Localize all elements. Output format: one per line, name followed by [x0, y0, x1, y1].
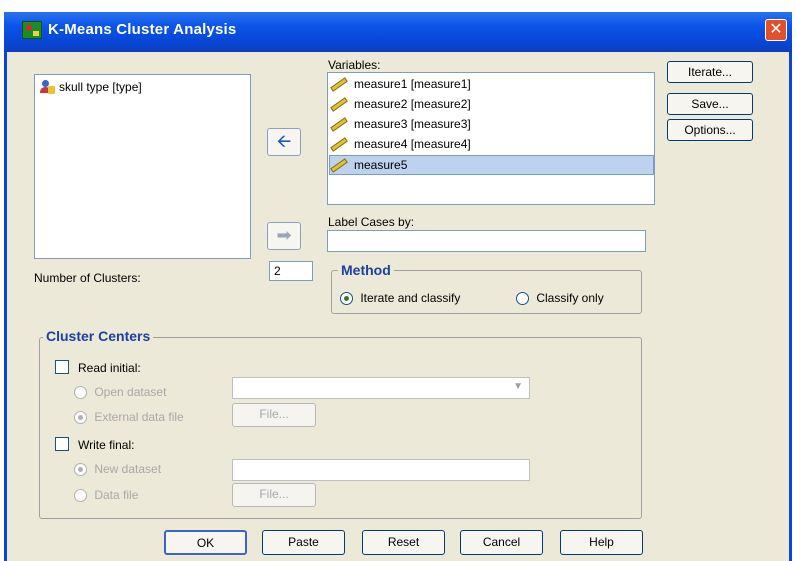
- move-to-label-cases-button[interactable]: ➡: [267, 222, 301, 250]
- variables-list[interactable]: measure1 [measure1] measure2 [measure2] …: [327, 72, 655, 205]
- list-item[interactable]: measure2 [measure2]: [330, 94, 652, 114]
- list-item[interactable]: measure3 [measure3]: [330, 114, 652, 134]
- list-item[interactable]: measure1 [measure1]: [330, 74, 652, 94]
- read-initial-checkbox[interactable]: [55, 360, 69, 374]
- write-final-label: Write final:: [78, 438, 135, 452]
- list-item-label: measure2 [measure2]: [354, 97, 471, 111]
- arrow-left-icon: 🡨: [276, 131, 292, 151]
- radio-disabled-selected-icon[interactable]: [74, 463, 87, 477]
- new-dataset-field[interactable]: [232, 459, 530, 481]
- iterate-button[interactable]: Iterate...: [667, 61, 753, 83]
- write-final-checkbox[interactable]: [55, 437, 69, 451]
- number-of-clusters-field[interactable]: 2: [269, 261, 313, 281]
- list-item-label: measure1 [measure1]: [354, 77, 471, 91]
- label-cases-field[interactable]: [327, 230, 646, 252]
- dropdown-arrow-icon: ▼: [513, 381, 523, 392]
- ok-button[interactable]: OK: [164, 530, 247, 555]
- iterate-classify-option[interactable]: Iterate and classify: [340, 291, 460, 306]
- variables-label: Variables:: [328, 58, 381, 72]
- move-to-variables-button[interactable]: 🡨: [267, 128, 301, 156]
- list-item[interactable]: measure4 [measure4]: [330, 134, 652, 154]
- scale-ruler-icon: [330, 137, 348, 152]
- close-button[interactable]: ✕: [765, 19, 787, 41]
- scale-ruler-icon: [330, 117, 348, 132]
- arrow-right-icon: ➡: [276, 225, 292, 245]
- scale-ruler-icon: [330, 77, 348, 92]
- window-title: K-Means Cluster Analysis: [48, 21, 237, 38]
- radio-disabled-icon[interactable]: [74, 386, 87, 400]
- open-dataset-option[interactable]: Open dataset: [74, 385, 166, 400]
- save-button[interactable]: Save...: [667, 93, 753, 115]
- scale-ruler-icon: [330, 97, 348, 112]
- open-dataset-dropdown[interactable]: ▼: [232, 377, 530, 399]
- cancel-button[interactable]: Cancel: [460, 530, 543, 555]
- radio-disabled-icon[interactable]: [74, 489, 87, 503]
- options-button[interactable]: Options...: [667, 119, 753, 141]
- method-legend: Method: [338, 262, 394, 278]
- list-item-label: skull type [type]: [59, 80, 142, 94]
- help-button[interactable]: Help: [560, 530, 643, 555]
- label-cases-label: Label Cases by:: [328, 215, 415, 229]
- list-item-label: measure4 [measure4]: [354, 137, 471, 151]
- list-item-label: measure5: [354, 158, 408, 172]
- read-initial-label: Read initial:: [78, 361, 141, 375]
- list-item-selected[interactable]: measure5: [329, 155, 654, 175]
- paste-button[interactable]: Paste: [262, 530, 345, 555]
- file-button-read[interactable]: File...: [232, 403, 316, 427]
- list-item-label: measure3 [measure3]: [354, 117, 471, 131]
- external-data-file-option[interactable]: External data file: [74, 410, 184, 425]
- spss-app-icon: [22, 21, 42, 39]
- number-of-clusters-label: Number of Clusters:: [34, 271, 141, 285]
- new-dataset-option[interactable]: New dataset: [74, 462, 161, 477]
- classify-only-option[interactable]: Classify only: [516, 291, 604, 306]
- radio-unselected-icon[interactable]: [516, 292, 529, 306]
- radio-selected-icon[interactable]: [340, 292, 353, 306]
- radio-disabled-selected-icon[interactable]: [74, 411, 87, 425]
- cluster-centers-legend: Cluster Centers: [43, 328, 154, 344]
- list-item[interactable]: skull type [type]: [39, 77, 142, 97]
- scale-ruler-icon: [330, 158, 348, 173]
- source-variable-list[interactable]: skull type [type]: [34, 74, 251, 259]
- data-file-option[interactable]: Data file: [74, 488, 138, 503]
- file-button-write[interactable]: File...: [232, 483, 316, 507]
- reset-button[interactable]: Reset: [362, 530, 445, 555]
- nominal-variable-icon: [39, 80, 55, 94]
